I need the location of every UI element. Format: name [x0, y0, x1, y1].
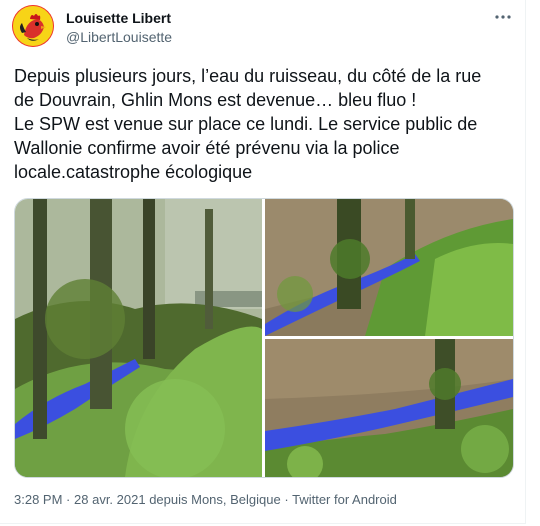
rooster-avatar-icon — [12, 5, 54, 47]
author-display-name[interactable]: Louisette Libert — [66, 10, 171, 26]
tweet-text-line: locale.catastrophe écologique — [14, 162, 253, 182]
tweet-source[interactable]: Twitter for Android — [292, 492, 397, 507]
photo-stream-bottom-right[interactable] — [265, 339, 513, 477]
photo-image — [265, 199, 513, 336]
tweet-time[interactable]: 3:28 PM — [14, 492, 62, 507]
author-handle[interactable]: @LibertLouisette — [66, 29, 172, 45]
tweet-text: Depuis plusieurs jours, l’eau du ruissea… — [14, 64, 514, 184]
meta-separator: · — [284, 492, 289, 507]
tweet-text-line: Wallonie confirme avoir été prévenu via … — [14, 138, 400, 158]
tweet-text-line: Le SPW est venue sur place ce lundi. Le … — [14, 114, 478, 134]
tweet-location[interactable]: depuis Mons, Belgique — [149, 492, 281, 507]
tweet-card[interactable]: Louisette Libert @LibertLouisette Depuis… — [0, 0, 526, 524]
meta-separator: · — [66, 492, 71, 507]
more-horizontal-icon — [495, 15, 511, 19]
photo-image — [265, 339, 513, 477]
more-options-button[interactable] — [488, 6, 518, 28]
author-avatar[interactable] — [12, 5, 54, 47]
photo-stream-left[interactable] — [15, 199, 262, 477]
tweet-meta: 3:28 PM · 28 avr. 2021 depuis Mons, Belg… — [14, 492, 397, 507]
tweet-text-line: de Douvrain, Ghlin Mons est devenue… ble… — [14, 90, 417, 110]
tweet-date[interactable]: 28 avr. 2021 — [74, 492, 146, 507]
media-grid — [14, 198, 514, 478]
tweet-text-line: Depuis plusieurs jours, l’eau du ruissea… — [14, 66, 482, 86]
photo-stream-top-right[interactable] — [265, 199, 513, 336]
photo-image — [15, 199, 262, 477]
